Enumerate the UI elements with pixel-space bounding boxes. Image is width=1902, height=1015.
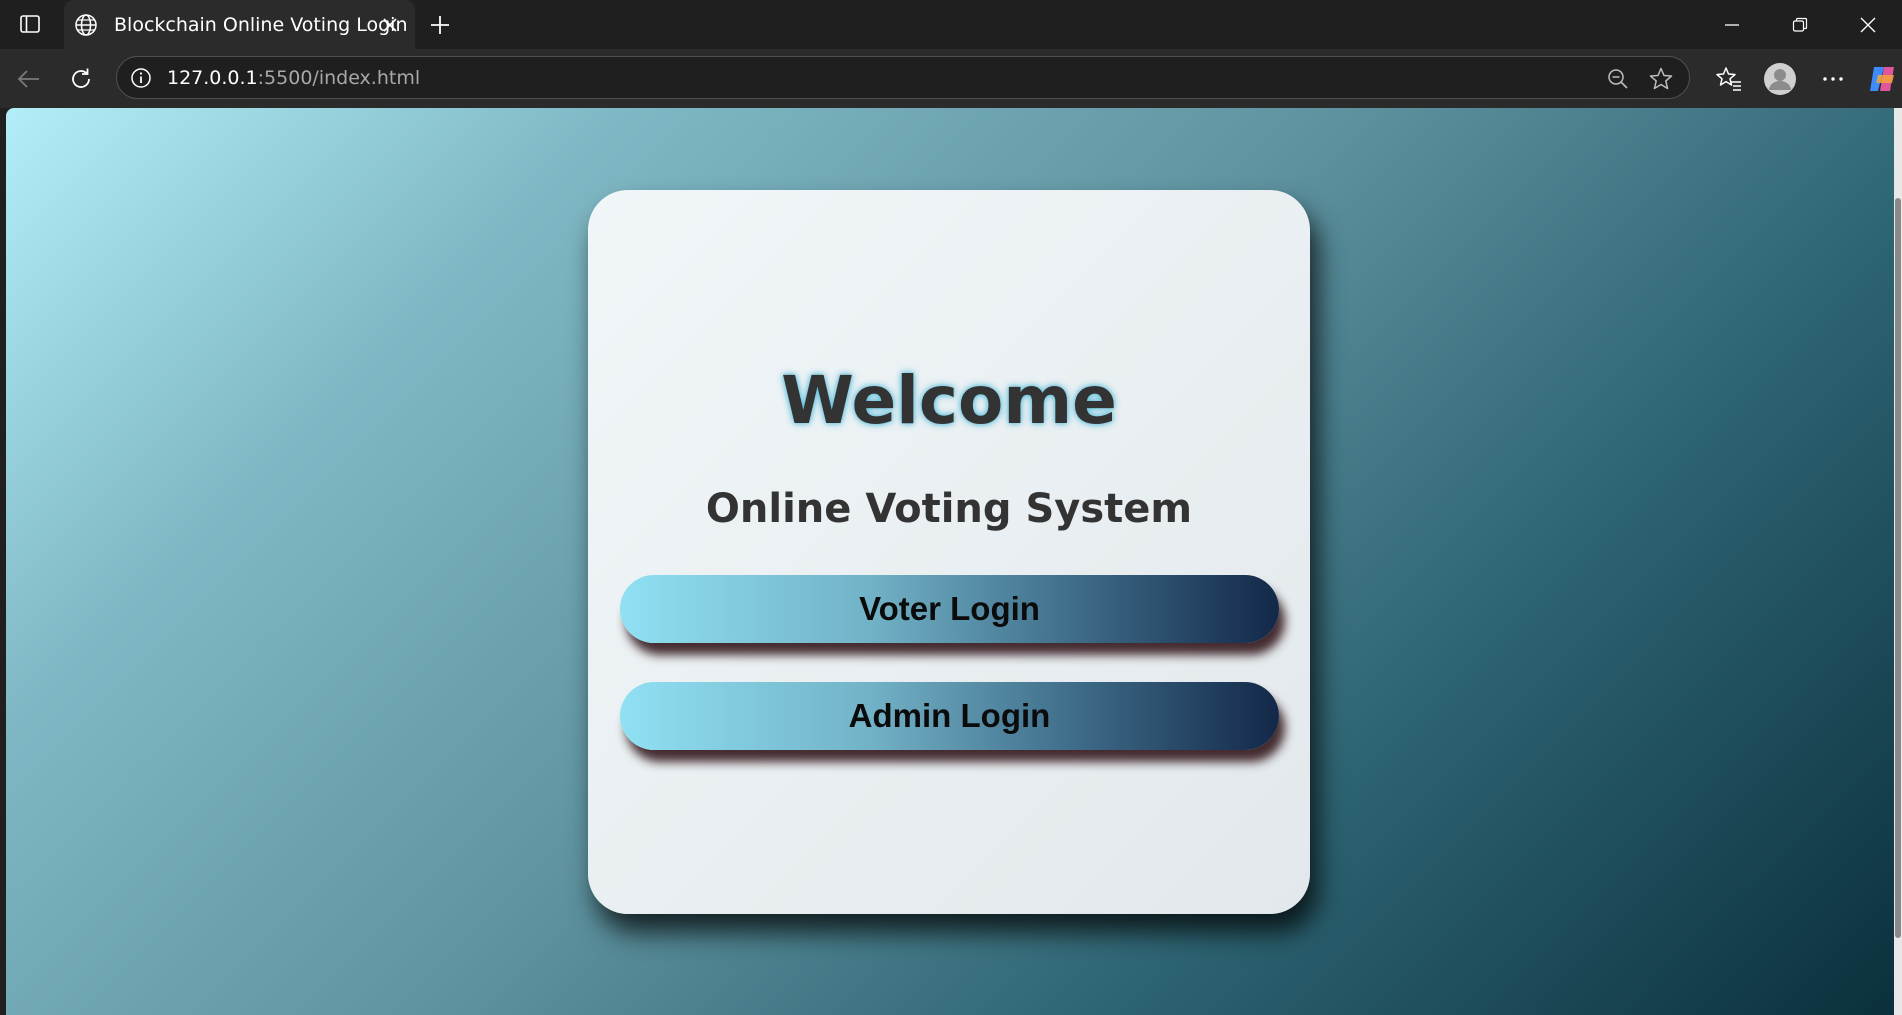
restore-icon[interactable] <box>1766 0 1834 49</box>
back-arrow-icon[interactable] <box>12 62 46 96</box>
avatar[interactable] <box>1762 61 1798 97</box>
more-icon[interactable] <box>1815 61 1851 97</box>
tab-strip: Blockchain Online Voting Login <box>0 0 1902 49</box>
minimize-icon[interactable] <box>1698 0 1766 49</box>
url-path: :5500/index.html <box>257 67 421 89</box>
page-viewport: Welcome Online Voting System Voter Login… <box>6 108 1894 1015</box>
welcome-heading: Welcome <box>781 362 1117 439</box>
tab-title: Blockchain Online Voting Login <box>114 13 408 36</box>
close-icon[interactable] <box>1834 0 1902 49</box>
browser-tab[interactable]: Blockchain Online Voting Login <box>64 0 415 49</box>
copilot-icon[interactable] <box>1866 61 1902 97</box>
browser-toolbar: 127.0.0.1:5500/index.html <box>0 49 1902 108</box>
plus-icon[interactable] <box>425 10 455 40</box>
login-card: Welcome Online Voting System Voter Login… <box>588 190 1310 914</box>
voter-login-button[interactable]: Voter Login <box>620 575 1279 643</box>
reload-icon[interactable] <box>64 62 98 96</box>
url-host: 127.0.0.1 <box>167 67 258 89</box>
admin-login-button[interactable]: Admin Login <box>620 682 1279 750</box>
scrollbar[interactable] <box>1894 108 1902 1015</box>
url-text: 127.0.0.1:5500/index.html <box>167 67 420 89</box>
scrollbar-thumb[interactable] <box>1895 198 1901 938</box>
page-subtitle: Online Voting System <box>705 486 1193 532</box>
favorites-icon[interactable] <box>1711 61 1747 97</box>
tab-close-icon[interactable] <box>377 12 403 38</box>
window-controls <box>1698 0 1902 49</box>
info-icon[interactable] <box>129 66 153 90</box>
star-icon[interactable] <box>1647 65 1675 93</box>
address-bar[interactable]: 127.0.0.1:5500/index.html <box>116 56 1690 99</box>
zoom-out-icon[interactable] <box>1605 66 1631 92</box>
tab-actions-icon[interactable] <box>10 10 50 38</box>
globe-icon <box>72 11 100 39</box>
